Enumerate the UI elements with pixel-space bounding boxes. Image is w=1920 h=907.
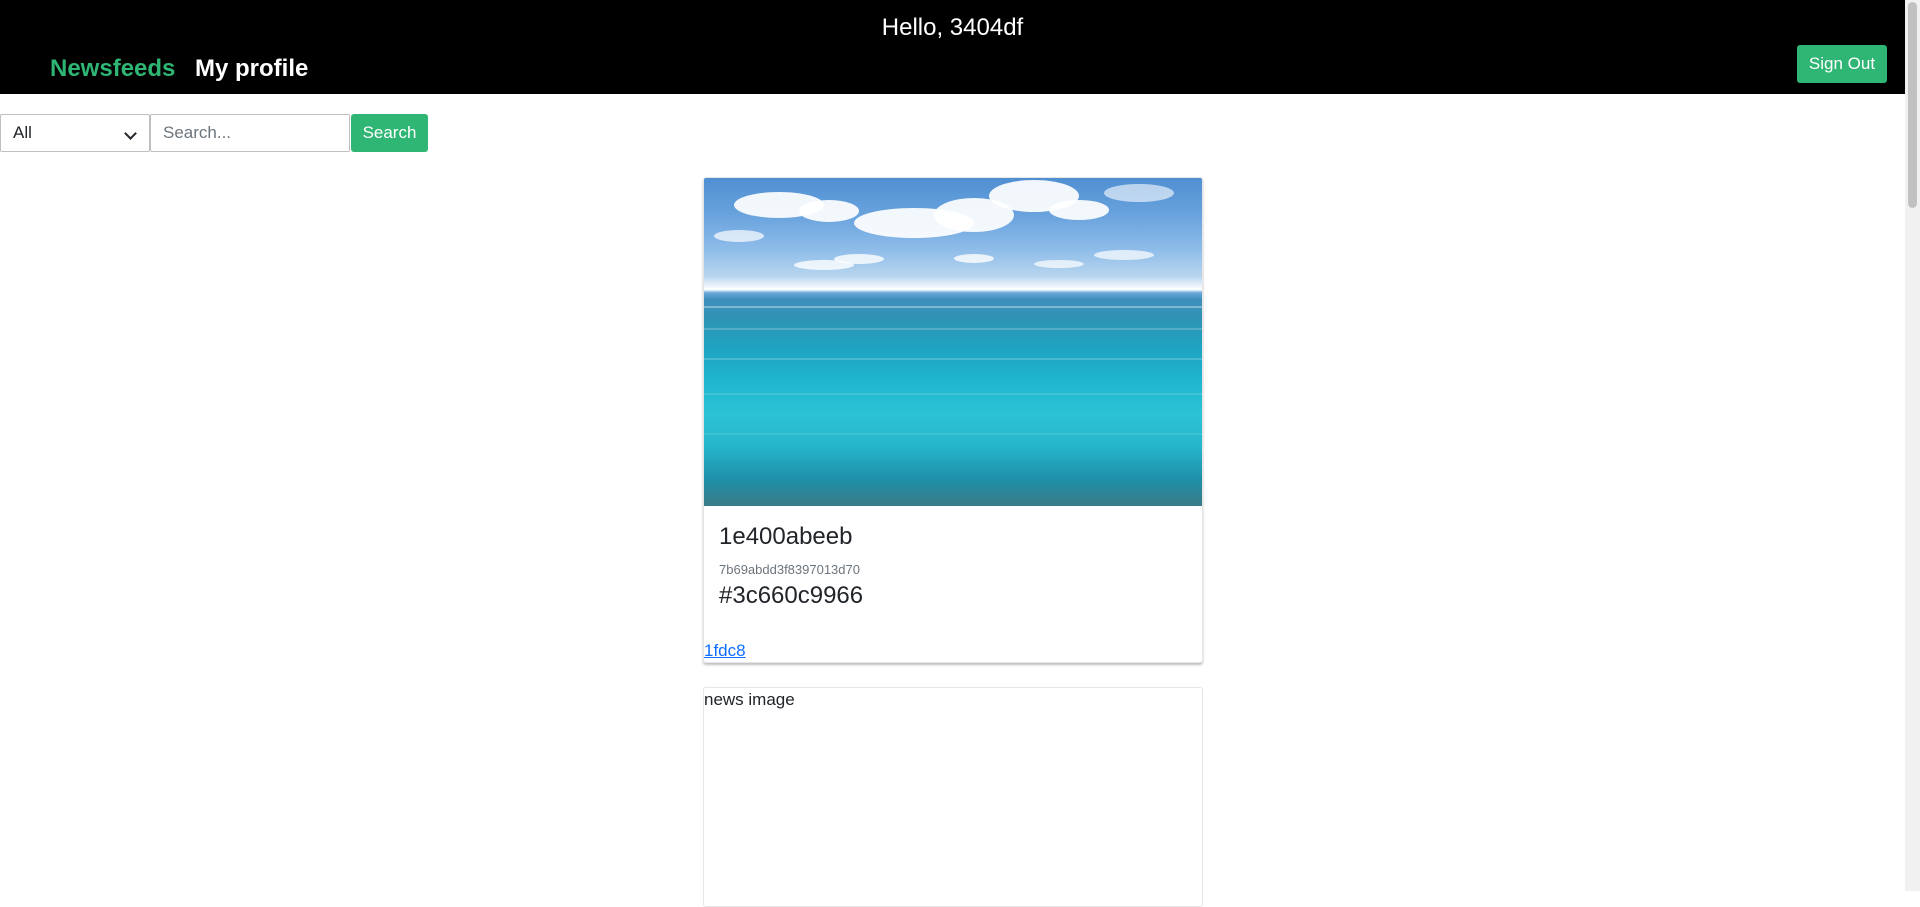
- news-card: news image: [703, 687, 1203, 907]
- category-select[interactable]: All: [0, 114, 150, 152]
- category-select-value: All: [13, 123, 32, 142]
- nav-newsfeeds-link[interactable]: Newsfeeds: [50, 55, 175, 83]
- news-subtitle: 7b69abdd3f8397013d70: [719, 562, 860, 577]
- news-tag: #3c660c9966: [719, 582, 864, 609]
- news-link[interactable]: 1fdc8: [704, 641, 746, 661]
- search-input[interactable]: [150, 114, 350, 152]
- news-title: 1e400abeeb: [719, 523, 853, 550]
- nav-my-profile-link[interactable]: My profile: [195, 55, 308, 83]
- greeting-text: Hello, 3404df: [881, 14, 1024, 41]
- sign-out-button[interactable]: Sign Out: [1797, 45, 1887, 83]
- chevron-down-icon: [124, 127, 137, 140]
- news-card: 1e400abeeb 7b69abdd3f8397013d70 #3c660c9…: [703, 177, 1203, 663]
- search-button[interactable]: Search: [351, 114, 428, 152]
- news-image-broken: news image: [704, 690, 795, 709]
- scrollbar-thumb[interactable]: [1908, 2, 1917, 208]
- news-image: [704, 178, 1202, 506]
- vertical-scrollbar[interactable]: [1905, 0, 1920, 891]
- top-header: Hello, 3404df Newsfeeds My profile Sign …: [0, 0, 1905, 94]
